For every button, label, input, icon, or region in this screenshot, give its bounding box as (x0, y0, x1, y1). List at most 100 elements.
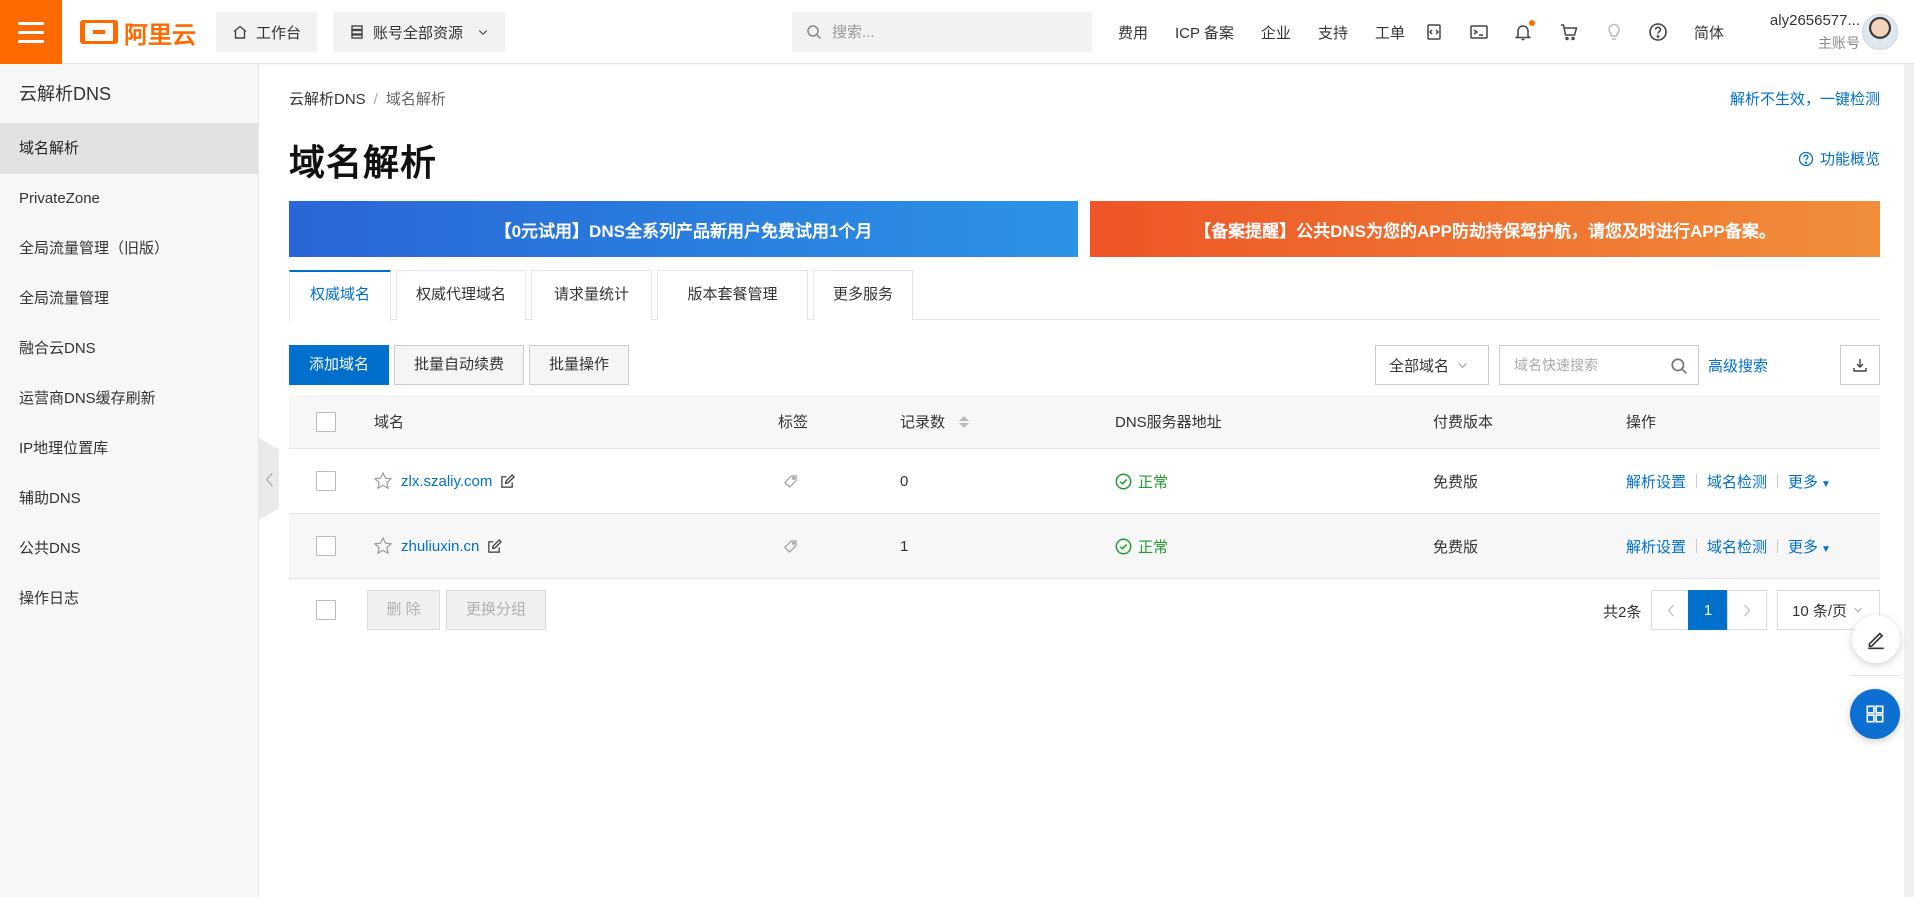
nav-link-billing[interactable]: 费用 (1118, 22, 1148, 43)
record-count: 0 (900, 472, 909, 490)
account-name: aly2656577... (1769, 12, 1860, 29)
bell-icon[interactable] (1513, 20, 1535, 42)
domain-quick-search[interactable] (1499, 345, 1699, 385)
sidebar-item-privatezone[interactable]: PrivateZone (0, 174, 258, 224)
nav-link-enterprise[interactable]: 企业 (1261, 22, 1291, 43)
search-icon (807, 25, 822, 40)
global-search[interactable] (792, 12, 1092, 52)
domain-search-input[interactable] (1514, 357, 1664, 373)
status-badge: 正常 (1115, 471, 1168, 492)
breadcrumb-root[interactable]: 云解析DNS (289, 91, 366, 108)
domain-filter-select[interactable]: 全部域名 (1375, 345, 1489, 385)
sidebar-item-gtm[interactable]: 全局流量管理 (0, 274, 258, 324)
tab-version-plans[interactable]: 版本套餐管理 (657, 270, 808, 320)
nav-link-ticket[interactable]: 工单 (1375, 22, 1405, 43)
quick-apps-button[interactable] (1850, 689, 1900, 739)
edit-icon[interactable] (487, 538, 503, 554)
edition-text: 免费版 (1433, 473, 1479, 491)
feedback-button[interactable] (1852, 615, 1900, 663)
promo-banner-filing[interactable]: 【备案提醒】公共DNS为您的APP防劫持保驾护航，请您及时进行APP备案。 (1090, 201, 1880, 257)
more-dropdown[interactable]: 更多 ▼ (1788, 536, 1831, 557)
tag-icon[interactable] (783, 474, 798, 489)
sidebar-item-cache-refresh[interactable]: 运营商DNS缓存刷新 (0, 374, 258, 424)
star-icon[interactable] (373, 536, 393, 556)
resolve-settings-link[interactable]: 解析设置 (1626, 536, 1686, 557)
hamburger-menu-icon[interactable] (0, 0, 62, 64)
avatar[interactable] (1862, 14, 1898, 50)
edit-icon[interactable] (500, 473, 516, 489)
global-search-input[interactable] (832, 23, 1072, 41)
sidebar-item-public-dns[interactable]: 公共DNS (0, 524, 258, 574)
sidebar-item-ip-geo[interactable]: IP地理位置库 (0, 424, 258, 474)
sidebar-item-hybrid-dns[interactable]: 融合云DNS (0, 324, 258, 374)
nav-link-icp[interactable]: ICP 备案 (1175, 22, 1234, 43)
batch-operation-button[interactable]: 批量操作 (529, 345, 629, 385)
download-icon (1853, 359, 1867, 372)
domain-link[interactable]: zhuliuxin.cn (401, 538, 479, 555)
language-switch[interactable]: 简体 (1694, 22, 1724, 43)
domain-check-link[interactable]: 域名检测 (1707, 471, 1767, 492)
chevron-down-icon (478, 30, 488, 36)
cart-icon[interactable] (1559, 22, 1579, 42)
select-all-checkbox[interactable] (316, 411, 336, 432)
tab-bar: 权威域名 权威代理域名 请求量统计 版本套餐管理 更多服务 (289, 270, 1880, 321)
star-icon[interactable] (373, 471, 393, 491)
sidebar-item-gtm-legacy[interactable]: 全局流量管理（旧版） (0, 224, 258, 274)
chevron-right-icon (1744, 604, 1751, 616)
sidebar-collapse-handle[interactable] (259, 438, 279, 520)
tag-icon[interactable] (783, 539, 798, 554)
tab-authoritative-domains[interactable]: 权威域名 (289, 270, 391, 321)
col-header-tag: 标签 (778, 414, 809, 431)
code-icon[interactable] (1424, 22, 1444, 42)
row-checkbox[interactable] (316, 471, 336, 491)
aliyun-logo-icon (80, 20, 118, 44)
footer-select-all-checkbox[interactable] (316, 600, 336, 620)
advanced-search-link[interactable]: 高级搜索 (1708, 355, 1768, 376)
sidebar-item-operation-log[interactable]: 操作日志 (0, 574, 258, 624)
more-label: 更多 (1788, 538, 1819, 556)
terminal-icon[interactable] (1469, 22, 1489, 42)
sidebar-item-secondary-dns[interactable]: 辅助DNS (0, 474, 258, 524)
row-checkbox[interactable] (316, 536, 336, 556)
download-button[interactable] (1840, 345, 1880, 385)
resources-dropdown[interactable]: 账号全部资源 (333, 12, 505, 52)
delete-button[interactable]: 删 除 (367, 590, 440, 630)
resolve-settings-link[interactable]: 解析设置 (1626, 471, 1686, 492)
domain-table: 域名 标签 记录数 DNS服务器地址 付费版本 操作 zlx.szaliy.co… (289, 395, 1880, 579)
change-group-button[interactable]: 更换分组 (446, 590, 546, 630)
tab-proxy-domains[interactable]: 权威代理域名 (396, 270, 526, 320)
prev-page-button[interactable] (1651, 590, 1691, 630)
check-circle-icon (1115, 473, 1132, 489)
tab-more-services[interactable]: 更多服务 (813, 270, 913, 320)
page-number-current[interactable]: 1 (1688, 590, 1728, 630)
diagnose-link[interactable]: 解析不生效，一键检测 (1730, 88, 1880, 109)
search-icon[interactable] (1670, 357, 1688, 375)
add-domain-button[interactable]: 添加域名 (289, 345, 389, 385)
nav-link-support[interactable]: 支持 (1318, 22, 1348, 43)
lightbulb-icon[interactable] (1604, 22, 1624, 42)
page-size-value: 10 条/页 (1792, 602, 1848, 620)
brand-logo[interactable]: 阿里云 (80, 16, 196, 49)
notification-dot (1529, 20, 1535, 26)
tab-request-stats[interactable]: 请求量统计 (531, 270, 652, 320)
floating-divider (1850, 675, 1900, 676)
workbench-button[interactable]: 工作台 (216, 12, 318, 52)
promo-banner-trial[interactable]: 【0元试用】DNS全系列产品新用户免费试用1个月 (289, 201, 1078, 257)
help-circle-icon (1798, 151, 1814, 166)
page-scroll-gutter (1904, 64, 1914, 897)
status-text: 正常 (1138, 538, 1169, 556)
next-page-button[interactable] (1727, 590, 1767, 630)
sidebar-item-domain-resolution[interactable]: 域名解析 (0, 124, 258, 174)
sort-icon[interactable] (959, 415, 970, 428)
batch-auto-renew-button[interactable]: 批量自动续费 (394, 345, 524, 385)
help-icon[interactable] (1648, 22, 1668, 42)
domain-check-link[interactable]: 域名检测 (1707, 536, 1767, 557)
col-header-edition: 付费版本 (1433, 414, 1494, 431)
caret-down-icon: ▼ (1821, 478, 1831, 490)
account-info[interactable]: aly2656577... 主账号 (1750, 12, 1860, 53)
caret-down-icon: ▼ (1821, 543, 1831, 555)
more-dropdown[interactable]: 更多 ▼ (1788, 471, 1831, 492)
col-header-records[interactable]: 记录数 (900, 395, 970, 448)
domain-link[interactable]: zlx.szaliy.com (401, 473, 492, 490)
overview-link[interactable]: 功能概览 (1798, 148, 1880, 169)
